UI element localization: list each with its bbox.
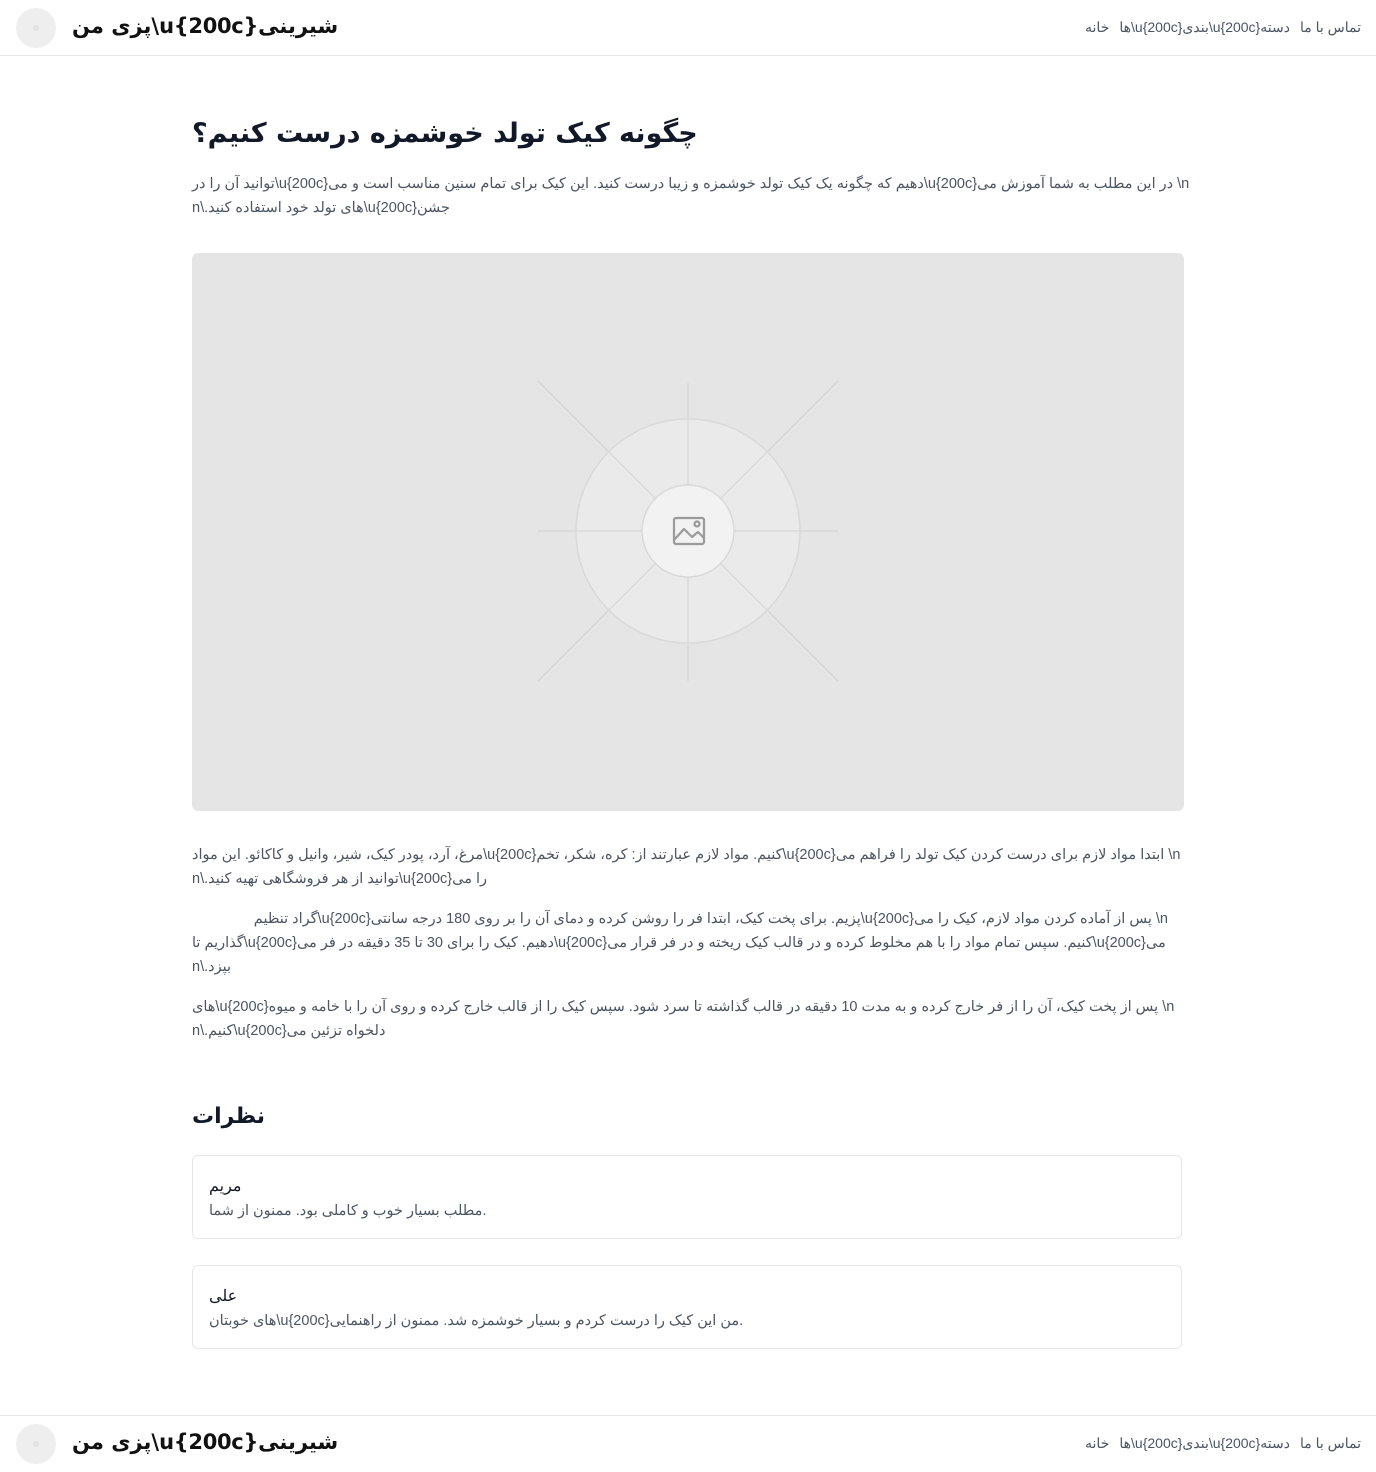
article-title: چگونه کیک تولد خوشمزه درست کنیم؟	[192, 118, 698, 149]
paragraph-line: n\.توانید از هر فروشگاهی تهیه کنید\u{200…	[192, 871, 488, 887]
image-placeholder-icon	[537, 380, 839, 682]
comment-card: علی های خوبتان\u{200c}من این کیک را درست…	[192, 1265, 1182, 1349]
footer-link-contact[interactable]: تماس با ما	[1300, 1435, 1361, 1452]
article-paragraph: مرغ، آرد، پودر کیک، شیر، وانیل و کاکائو.…	[192, 843, 1184, 891]
paragraph-line: n\.کنیم\u{200c}دلخواه تزئین می	[192, 1023, 386, 1039]
paragraph-line: های\u{200c}پس از پخت کیک، آن را از فر خا…	[192, 999, 1175, 1015]
hero-image-placeholder	[192, 253, 1184, 811]
logo-icon[interactable]	[16, 8, 56, 48]
footer-brand-name[interactable]: پزی من\u{200c}شیرینی	[72, 1430, 338, 1454]
footer-link-categories[interactable]: ها\u{200c}بندی\u{200c}دسته	[1119, 1435, 1290, 1452]
paragraph-line: گذاریم تا\u{200c}دهیم. کیک را برای 30 تا…	[192, 935, 1166, 951]
article-paragraph: گراد تنظیم\u{200c}پزیم. برای پخت کیک، اب…	[192, 907, 1184, 979]
nav-link-home[interactable]: خانه	[1085, 19, 1109, 36]
comment-author: علی	[209, 1288, 238, 1305]
top-navbar: پزی من\u{200c}شیرینی خانه ها\u{200c}بندی…	[0, 0, 1376, 56]
article-intro: توانید آن را در\u{200c}دهیم که چگونه یک …	[192, 172, 1190, 220]
comments-heading: نظرات	[192, 1104, 266, 1129]
footer-link-home[interactable]: خانه	[1085, 1435, 1109, 1452]
comment-text: های خوبتان\u{200c}من این کیک را درست کرد…	[209, 1313, 744, 1329]
footer-navbar: پزی من\u{200c}شیرینی خانه ها\u{200c}بندی…	[0, 1415, 1376, 1471]
article-paragraph: های\u{200c}پس از پخت کیک، آن را از فر خا…	[192, 995, 1184, 1043]
intro-line: n\.های تولد خود استفاده کنید\u{200c}جشن	[192, 200, 450, 216]
nav-links: خانه ها\u{200c}بندی\u{200c}دسته تماس با …	[1085, 19, 1361, 36]
nav-link-categories[interactable]: ها\u{200c}بندی\u{200c}دسته	[1119, 19, 1290, 36]
paragraph-line: مرغ، آرد، پودر کیک، شیر، وانیل و کاکائو.…	[192, 847, 1181, 863]
paragraph-line: n\.بپزد	[192, 959, 231, 975]
comment-card: مریم مطلب بسیار خوب و کاملی بود. ممنون ا…	[192, 1155, 1182, 1239]
brand-name[interactable]: پزی من\u{200c}شیرینی	[72, 14, 338, 38]
comment-text: مطلب بسیار خوب و کاملی بود. ممنون از شما…	[209, 1203, 487, 1219]
footer-nav-links: خانه ها\u{200c}بندی\u{200c}دسته تماس با …	[1085, 1435, 1361, 1452]
logo-icon[interactable]	[16, 1424, 56, 1464]
comment-author: مریم	[209, 1178, 242, 1195]
intro-line: توانید آن را در\u{200c}دهیم که چگونه یک …	[192, 176, 1190, 192]
nav-link-contact[interactable]: تماس با ما	[1300, 19, 1361, 36]
paragraph-line: گراد تنظیم\u{200c}پزیم. برای پخت کیک، اب…	[253, 911, 1168, 927]
